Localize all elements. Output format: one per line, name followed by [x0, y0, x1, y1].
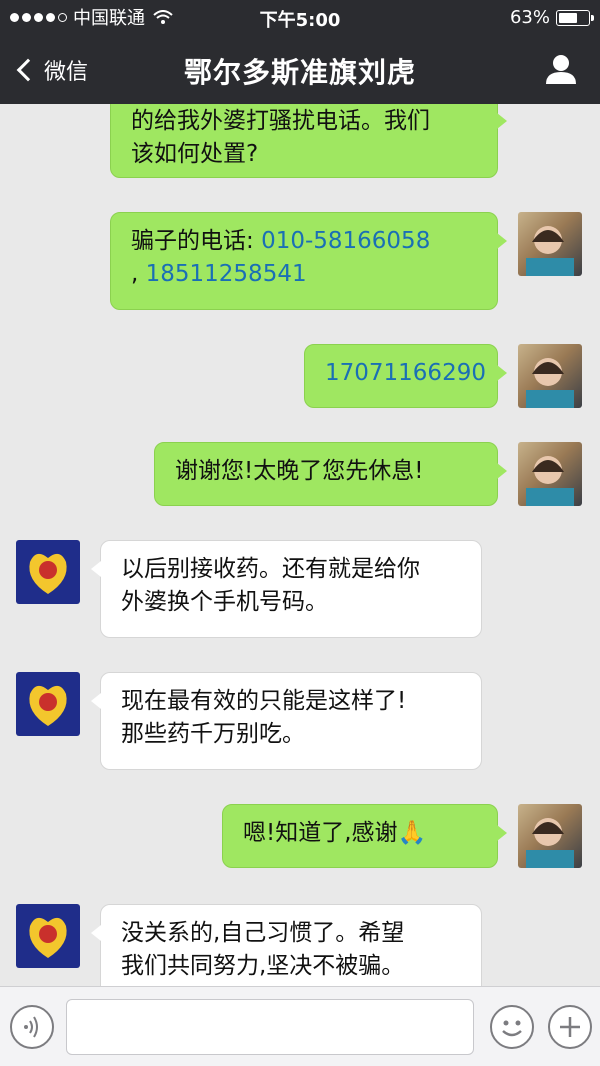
emoji-button[interactable]: [490, 1005, 534, 1049]
message-line: 那些药千万别吃。: [121, 721, 305, 747]
emoji-icon: [502, 1020, 522, 1037]
message-bubble[interactable]: 骗子的电话: 010-58166058 , 18511258541: [110, 212, 507, 310]
chat-title: 鄂尔多斯准旗刘虎: [183, 56, 416, 89]
user-avatar-image: [526, 358, 574, 408]
message-bubble[interactable]: 17071166290: [304, 344, 507, 408]
chat-area[interactable]: 的给我外婆打骚扰电话。我们 该如何处置? 骗子的电话: 010-58166058…: [0, 104, 600, 986]
message-bubble[interactable]: 现在最有效的只能是这样了! 那些药千万别吃。: [91, 672, 482, 770]
plus-icon: [560, 1017, 580, 1037]
message-bubble[interactable]: 的给我外婆打骚扰电话。我们 该如何处置?: [110, 104, 507, 178]
message-text: 嗯!知道了,感谢🙏: [243, 820, 427, 846]
nav-bar: 微信 鄂尔多斯准旗刘虎: [0, 34, 600, 104]
person-icon[interactable]: [544, 52, 578, 86]
add-button[interactable]: [548, 1005, 592, 1049]
message-text: 骗子的电话:: [131, 228, 254, 254]
voice-button[interactable]: [10, 1005, 54, 1049]
message-text: 谢谢您!太晚了您先休息!: [175, 458, 424, 484]
phone-link[interactable]: 17071166290: [325, 360, 486, 386]
police-badge-icon: [29, 553, 67, 594]
user-avatar-image: [526, 818, 574, 868]
user-avatar[interactable]: [518, 804, 582, 868]
user-avatar-image: [526, 456, 574, 506]
message-line: 现在最有效的只能是这样了!: [121, 688, 407, 714]
phone-link[interactable]: 18511258541: [146, 261, 307, 287]
phone-link[interactable]: 010-58166058: [261, 228, 430, 254]
user-avatar[interactable]: [518, 212, 582, 276]
top-bar: 中国联通 下午5:00 63% 微信 鄂尔多斯准旗刘虎: [0, 0, 600, 104]
message-line: 该如何处置?: [131, 141, 259, 167]
battery-percent: 63%: [509, 7, 550, 28]
message-line: 以后别接收药。还有就是给你: [121, 556, 420, 582]
battery-icon: [556, 9, 594, 26]
input-bar: [0, 986, 600, 1066]
message-text: ,: [131, 261, 139, 287]
message-line: 外婆换个手机号码。: [121, 589, 328, 615]
user-avatar-image: [526, 226, 574, 276]
voice-icon: [24, 1016, 38, 1038]
contact-avatar[interactable]: [16, 904, 80, 968]
status-bar: 中国联通 下午5:00 63%: [0, 0, 600, 34]
police-badge-icon: [29, 917, 67, 958]
message-input[interactable]: [66, 999, 474, 1055]
user-avatar[interactable]: [518, 442, 582, 506]
message-line: 我们共同努力,坚决不被骗。: [121, 953, 405, 979]
message-bubble[interactable]: 谢谢您!太晚了您先休息!: [154, 442, 507, 506]
message-line: 的给我外婆打骚扰电话。我们: [131, 108, 430, 134]
contact-avatar[interactable]: [16, 672, 80, 736]
message-line: 没关系的,自己习惯了。希望: [121, 920, 405, 946]
contact-avatar[interactable]: [16, 540, 80, 604]
user-avatar[interactable]: [518, 344, 582, 408]
message-bubble[interactable]: 没关系的,自己习惯了。希望 我们共同努力,坚决不被骗。: [91, 904, 482, 986]
message-bubble[interactable]: 以后别接收药。还有就是给你 外婆换个手机号码。: [91, 540, 482, 638]
police-badge-icon: [29, 685, 67, 726]
message-bubble[interactable]: 嗯!知道了,感谢🙏: [222, 804, 507, 868]
